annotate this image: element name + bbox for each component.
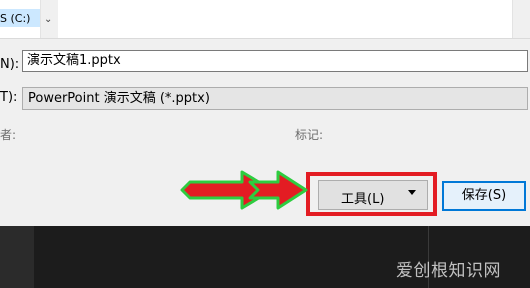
drive-label: S (C:) <box>0 12 31 25</box>
savetype-select[interactable]: PowerPoint 演示文稿 (*.pptx) <box>22 87 528 110</box>
divider <box>0 38 530 39</box>
file-list-scrollbar[interactable] <box>512 0 530 38</box>
chevron-down-icon[interactable]: ⌄ <box>44 14 52 25</box>
filename-label: N): <box>0 57 20 72</box>
watermark-text: 爱创根知识网 <box>396 261 501 281</box>
authors-label: 者: <box>0 128 17 142</box>
file-list-area[interactable] <box>58 0 530 38</box>
arrow-shape-right <box>248 170 308 210</box>
background-panel-left <box>0 226 34 288</box>
annotation-arrow-icon <box>180 170 308 210</box>
savetype-label: T): <box>0 90 18 105</box>
highlight-box <box>306 172 437 216</box>
tags-label: 标记: <box>295 128 324 142</box>
save-button[interactable]: 保存(S) <box>442 181 526 211</box>
filename-input[interactable]: 演示文稿1.pptx <box>22 50 528 72</box>
